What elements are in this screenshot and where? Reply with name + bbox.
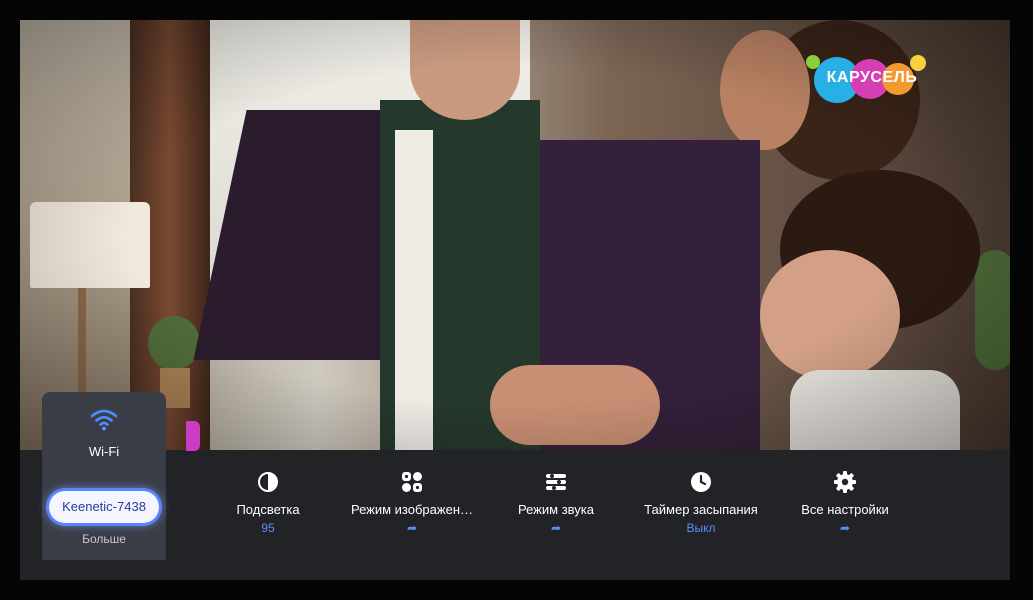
wifi-network-button[interactable]: Keenetic-7438	[49, 491, 159, 523]
quick-setting-value: Выкл	[686, 521, 716, 535]
clock-icon	[691, 472, 711, 492]
quick-setting-sound-mode[interactable]: Режим звука ➦	[491, 470, 621, 535]
gear-icon	[834, 471, 856, 493]
quick-setting-label: Режим звука	[518, 502, 594, 517]
wifi-more-link[interactable]: Больше	[42, 532, 166, 546]
quick-setting-all-settings[interactable]: Все настройки ➦	[780, 470, 910, 535]
quick-setting-picture-mode[interactable]: Режим изображен… ➦	[347, 470, 477, 535]
wifi-card[interactable]: Wi-Fi Keenetic-7438 Больше	[42, 392, 166, 560]
share-arrow-icon: ➦	[406, 521, 418, 535]
pink-edge-tab	[186, 421, 200, 451]
picture-mode-icon	[402, 472, 422, 492]
quick-setting-sleep-timer[interactable]: Таймер засыпания Выкл	[636, 470, 766, 535]
video-frame: КАРУСЕЛЬ	[20, 20, 1010, 450]
quick-setting-label: Режим изображен…	[350, 502, 473, 517]
wifi-title: Wi-Fi	[88, 444, 120, 459]
share-arrow-icon: ➦	[839, 521, 851, 535]
quick-setting-value: 95	[261, 521, 275, 535]
channel-logo-text: КАРУСЕЛЬ	[826, 69, 918, 86]
wifi-icon	[90, 409, 118, 431]
sound-mode-icon	[546, 474, 566, 490]
quick-setting-label: Все настройки	[801, 502, 889, 517]
share-arrow-icon: ➦	[550, 521, 562, 535]
quick-setting-label: Подсветка	[236, 502, 300, 517]
quick-setting-backlight[interactable]: Подсветка 95	[203, 470, 333, 535]
channel-logo: КАРУСЕЛЬ	[806, 53, 936, 103]
brightness-icon	[258, 472, 278, 492]
quick-setting-label: Таймер засыпания	[644, 502, 758, 517]
